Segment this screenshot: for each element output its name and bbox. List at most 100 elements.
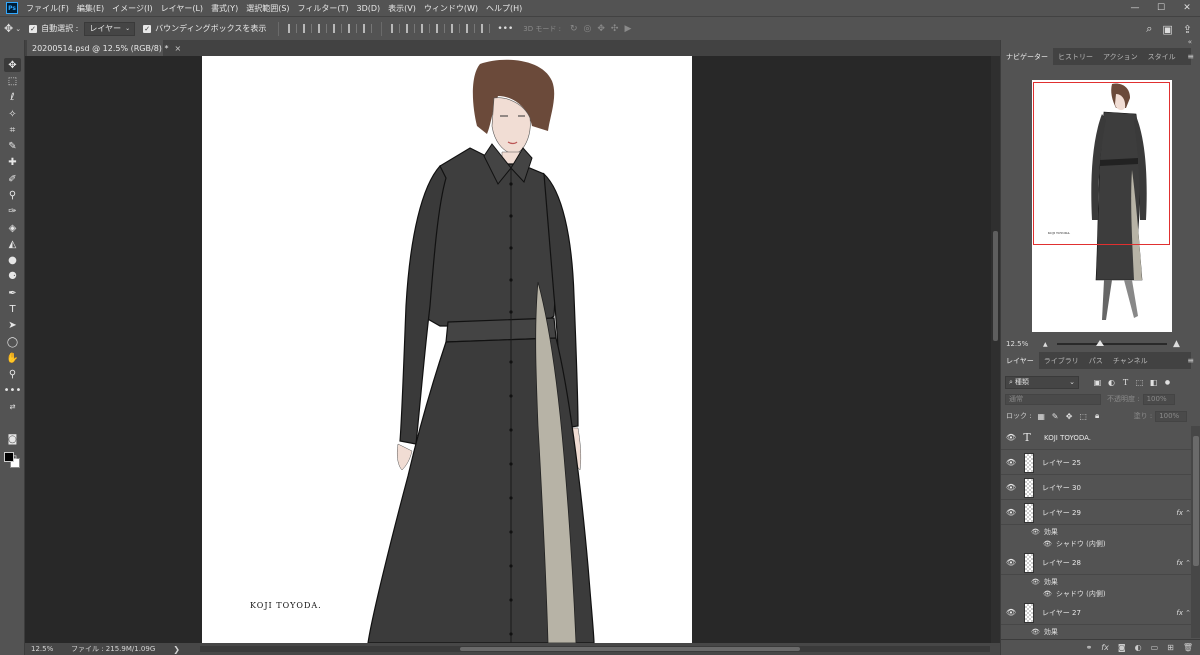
distribute-vertical-center-icon[interactable] <box>406 24 416 33</box>
zoom-out-icon[interactable]: ▲ <box>1043 341 1048 348</box>
filter-smart-object-icon[interactable]: ◧ <box>1149 378 1158 387</box>
magic-wand-tool-icon[interactable]: ✧ <box>4 107 21 121</box>
healing-brush-tool-icon[interactable]: ✚ <box>4 155 21 169</box>
document-tab[interactable]: 20200514.psd @ 12.5% (RGB/8) * × <box>27 40 181 56</box>
bounding-box-checkbox[interactable]: ✓ <box>143 24 152 33</box>
history-brush-tool-icon[interactable]: ✑ <box>4 204 21 218</box>
visibility-eye-icon[interactable]: 👁︎ <box>1001 608 1021 617</box>
type-tool-icon[interactable]: T <box>4 302 21 316</box>
distribute-horizontal-center-icon[interactable] <box>451 24 461 33</box>
tab-history[interactable]: ヒストリー <box>1053 48 1098 65</box>
link-layers-icon[interactable]: ⚭ <box>1086 643 1093 652</box>
panel-menu-icon[interactable]: ≡ <box>1187 356 1194 365</box>
tab-channels[interactable]: チャンネル <box>1108 352 1153 369</box>
dodge-tool-icon[interactable]: ⚈ <box>4 269 21 283</box>
tab-actions[interactable]: アクション <box>1098 48 1143 65</box>
lock-position-icon[interactable]: ✥ <box>1065 412 1074 421</box>
align-horizontal-center-icon[interactable] <box>348 24 358 33</box>
lock-all-icon[interactable]: 🔒︎ <box>1093 411 1102 421</box>
layer-row[interactable]: 👁︎ レイヤー 30 <box>1001 476 1191 500</box>
lock-artboard-icon[interactable]: ⬚ <box>1079 412 1088 421</box>
share-icon[interactable]: ⇪ <box>1183 23 1192 36</box>
tab-layers[interactable]: レイヤー <box>1001 352 1039 369</box>
fill-input[interactable]: 100% <box>1155 410 1188 422</box>
effects-row[interactable]: 👁︎ 効果 <box>1001 626 1191 638</box>
align-right-icon[interactable] <box>363 24 373 33</box>
panel-menu-icon[interactable]: ≡ <box>1187 52 1194 61</box>
navigator-zoom-slider[interactable] <box>1057 340 1167 346</box>
crop-tool-icon[interactable]: ⌗ <box>4 123 21 137</box>
layer-row[interactable]: 👁︎ レイヤー 28 fx ⌃ <box>1001 551 1191 575</box>
3d-rotate-icon[interactable]: ↻ <box>570 24 578 34</box>
filter-shape-icon[interactable]: ⬚ <box>1135 378 1144 387</box>
visibility-eye-icon[interactable]: 👁︎ <box>1031 578 1040 586</box>
swap-colors-icon[interactable]: ⇄ <box>4 400 21 414</box>
visibility-eye-icon[interactable]: 👁︎ <box>1001 483 1021 492</box>
new-group-icon[interactable]: ▭ <box>1151 643 1159 652</box>
navigator-view-rectangle[interactable] <box>1033 82 1170 245</box>
artboard[interactable]: KOJI TOYODA. <box>202 56 692 643</box>
eraser-tool-icon[interactable]: ◈ <box>4 221 21 235</box>
tab-navigator[interactable]: ナビゲーター <box>1001 48 1053 65</box>
align-top-icon[interactable] <box>288 24 298 33</box>
effects-row[interactable]: 👁︎ 効果 <box>1001 526 1191 538</box>
marquee-tool-icon[interactable]: ⬚ <box>4 74 21 88</box>
horizontal-scrollbar[interactable] <box>200 646 990 652</box>
tab-libraries[interactable]: ライブラリ <box>1039 352 1084 369</box>
scroll-thumb[interactable] <box>460 647 800 651</box>
menu-view[interactable]: 表示(V) <box>388 3 416 14</box>
menu-3d[interactable]: 3D(D) <box>357 4 381 13</box>
menu-select[interactable]: 選択範囲(S) <box>246 3 289 14</box>
workspace-icon[interactable]: ▣ <box>1162 23 1172 36</box>
add-style-icon[interactable]: fx <box>1101 643 1109 652</box>
menu-window[interactable]: ウィンドウ(W) <box>424 3 478 14</box>
fx-badge[interactable]: fx <box>1176 609 1183 617</box>
fx-badge[interactable]: fx <box>1176 559 1183 567</box>
scroll-thumb[interactable] <box>1193 436 1199 566</box>
filter-adjustment-icon[interactable]: ◐ <box>1107 378 1116 387</box>
path-selection-tool-icon[interactable]: ➤ <box>4 318 21 332</box>
distribute-right-icon[interactable] <box>466 24 476 33</box>
eyedropper-tool-icon[interactable]: ✎ <box>4 139 21 153</box>
fx-badge[interactable]: fx <box>1176 509 1183 517</box>
zoom-tool-icon[interactable]: ⚲ <box>4 367 21 381</box>
visibility-eye-icon[interactable]: 👁︎ <box>1001 458 1021 467</box>
auto-select-checkbox[interactable]: ✓ <box>29 24 38 33</box>
add-mask-icon[interactable]: ◙ <box>1118 643 1126 652</box>
clone-stamp-tool-icon[interactable]: ⚲ <box>4 188 21 202</box>
status-menu-arrow-icon[interactable]: ❯ <box>173 645 180 654</box>
navigator-preview[interactable]: KOJI TOYODA. <box>1032 80 1172 332</box>
effects-row[interactable]: 👁︎ 効果 <box>1001 576 1191 588</box>
paint-bucket-tool-icon[interactable]: ◭ <box>4 237 21 251</box>
layer-row[interactable]: 👁︎ レイヤー 27 fx ⌃ <box>1001 601 1191 625</box>
3d-scale-icon[interactable]: ▶ <box>624 24 631 34</box>
visibility-eye-icon[interactable]: 👁︎ <box>1031 628 1040 636</box>
search-icon[interactable]: ⌕ <box>1146 22 1152 36</box>
tab-paths[interactable]: パス <box>1084 352 1108 369</box>
layer-row[interactable]: 👁︎ レイヤー 25 <box>1001 451 1191 475</box>
3d-roll-icon[interactable]: ◎ <box>583 24 591 34</box>
scroll-thumb[interactable] <box>993 231 998 341</box>
menu-type[interactable]: 書式(Y) <box>211 3 238 14</box>
visibility-eye-icon[interactable]: 👁︎ <box>1031 528 1040 536</box>
pen-tool-icon[interactable]: ✒ <box>4 286 21 300</box>
close-icon[interactable]: × <box>174 44 181 53</box>
menu-edit[interactable]: 編集(E) <box>77 3 104 14</box>
foreground-color-swatch[interactable] <box>4 452 14 462</box>
layer-kind-filter[interactable]: ⌕ 種類 ⌄ <box>1005 375 1079 389</box>
menu-help[interactable]: ヘルプ(H) <box>486 3 522 14</box>
distribute-left-icon[interactable] <box>436 24 446 33</box>
align-left-icon[interactable] <box>333 24 343 33</box>
auto-align-icon[interactable] <box>481 24 491 33</box>
3d-drag-icon[interactable]: ✥ <box>597 24 605 34</box>
layer-row[interactable]: 👁︎ T KOJI TOYODA. <box>1001 426 1191 450</box>
auto-select-target-select[interactable]: レイヤー ⌄ <box>84 21 136 36</box>
distribute-top-icon[interactable] <box>391 24 401 33</box>
quick-mask-icon[interactable]: ◙ <box>4 432 21 446</box>
visibility-eye-icon[interactable]: 👁︎ <box>1001 558 1021 567</box>
menu-file[interactable]: ファイル(F) <box>26 3 69 14</box>
zoom-in-icon[interactable]: ▲ <box>1173 339 1180 349</box>
layers-scrollbar[interactable] <box>1191 426 1200 638</box>
delete-layer-icon[interactable]: 🗑︎ <box>1183 643 1193 652</box>
filter-type-icon[interactable]: T <box>1121 378 1130 387</box>
